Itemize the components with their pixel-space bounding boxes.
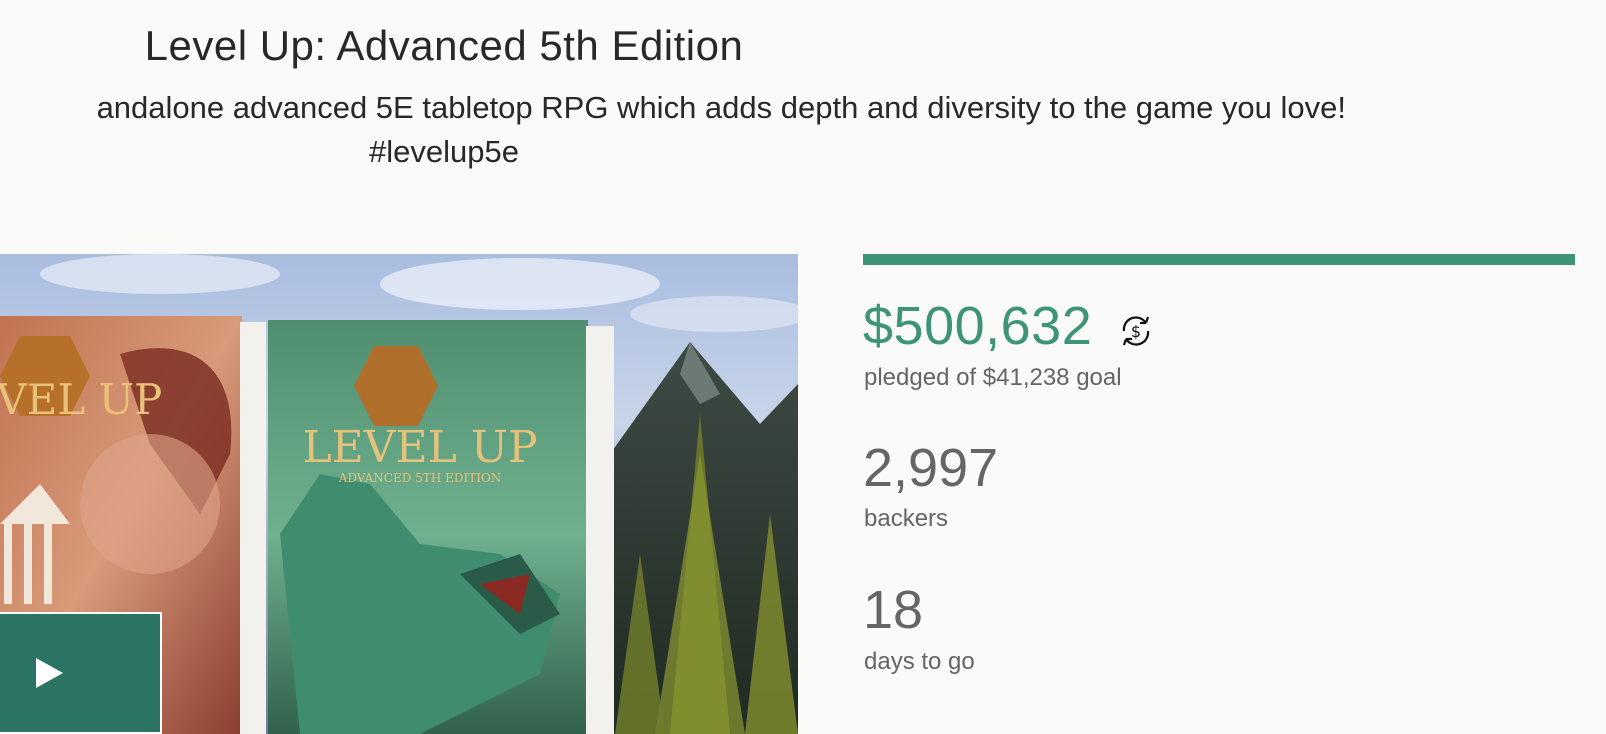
green-book-cover-subtitle: ADVANCED 5TH EDITION bbox=[338, 471, 502, 485]
project-title: Level Up: Advanced 5th Edition bbox=[144, 22, 744, 69]
pledged-amount: $500,632 bbox=[863, 296, 1093, 356]
green-book-cover-title: LEVEL UP bbox=[302, 422, 537, 473]
pledged-goal-label: pledged of $41,238 goal bbox=[864, 364, 1122, 391]
backers-count: 2,997 bbox=[863, 438, 999, 498]
funding-progress-fill bbox=[863, 254, 1575, 265]
project-hashtag: #levelup5e bbox=[369, 134, 519, 169]
backers-label: backers bbox=[864, 505, 949, 532]
currency-conversion-icon[interactable]: $ bbox=[1116, 311, 1156, 351]
project-blurb: andalone advanced 5E tabletop RPG which … bbox=[96, 90, 1346, 125]
red-book-cover-title: LEVEL UP bbox=[0, 375, 162, 424]
funding-progress-bar bbox=[863, 254, 1575, 265]
days-to-go-label: days to go bbox=[864, 648, 975, 675]
svg-text:$: $ bbox=[1131, 322, 1141, 341]
days-to-go-count: 18 bbox=[863, 580, 924, 640]
play-video-button[interactable] bbox=[0, 612, 162, 734]
play-icon bbox=[36, 658, 63, 688]
project-page: Level Up: Advanced 5th Edition andalone … bbox=[0, 0, 1606, 734]
